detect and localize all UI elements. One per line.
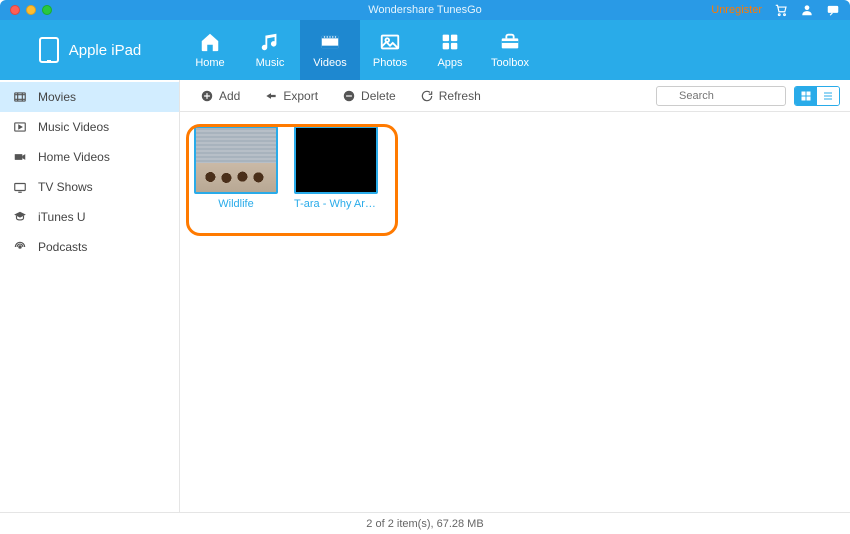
video-thumbnail [294, 126, 378, 194]
close-window-button[interactable] [10, 5, 20, 15]
nav-label: Videos [313, 57, 346, 69]
sidebar-item-podcasts[interactable]: Podcasts [0, 232, 179, 262]
titlebar: Wondershare TunesGo Unregister [0, 0, 850, 20]
tv-shows-side-icon [12, 180, 28, 194]
video-gallery: Wildlife T-ara - Why Are... [180, 112, 850, 512]
search-wrap [656, 86, 786, 106]
nav-label: Music [256, 57, 285, 69]
nav-label: Photos [373, 57, 407, 69]
nav-label: Toolbox [491, 57, 529, 69]
nav-toolbox[interactable]: Toolbox [480, 20, 540, 80]
nav-apps[interactable]: Apps [420, 20, 480, 80]
user-icon[interactable] [800, 3, 814, 17]
sidebar-item-home-videos[interactable]: Home Videos [0, 142, 179, 172]
video-caption: T-ara - Why Are... [294, 198, 378, 210]
sidebar-item-itunesu[interactable]: iTunes U [0, 202, 179, 232]
window-controls [10, 5, 52, 15]
home-icon [199, 31, 221, 53]
sidebar-item-tv-shows[interactable]: TV Shows [0, 172, 179, 202]
toolbox-icon [499, 31, 521, 53]
itunesu-side-icon [12, 210, 28, 224]
feedback-icon[interactable] [826, 3, 840, 17]
refresh-button[interactable]: Refresh [410, 87, 491, 105]
home-videos-side-icon [12, 150, 28, 164]
video-caption: Wildlife [218, 198, 253, 210]
podcasts-side-icon [12, 240, 28, 254]
music-videos-side-icon [12, 120, 28, 134]
apps-icon [439, 31, 461, 53]
nav-videos[interactable]: Videos [300, 20, 360, 80]
zoom-window-button[interactable] [42, 5, 52, 15]
movies-side-icon [12, 90, 28, 104]
main: Movies Music Videos Home Videos TV Shows [0, 80, 850, 512]
cart-icon[interactable] [774, 3, 788, 17]
nav-label: Apps [437, 57, 462, 69]
header: Apple iPad Home Music Videos Photos [0, 20, 850, 80]
status-bar: 2 of 2 item(s), 67.28 MB [0, 512, 850, 534]
minimize-window-button[interactable] [26, 5, 36, 15]
nav-home[interactable]: Home [180, 20, 240, 80]
main-nav: Home Music Videos Photos Apps [180, 20, 540, 80]
device-selector[interactable]: Apple iPad [0, 20, 180, 80]
sidebar-item-label: Home Videos [38, 150, 110, 164]
status-text: 2 of 2 item(s), 67.28 MB [366, 518, 483, 530]
plus-icon [200, 89, 214, 103]
unregister-link[interactable]: Unregister [711, 4, 762, 16]
video-icon [319, 31, 341, 53]
sidebar-item-label: iTunes U [38, 210, 86, 224]
toolbar-label: Refresh [439, 89, 481, 103]
nav-music[interactable]: Music [240, 20, 300, 80]
delete-icon [342, 89, 356, 103]
sidebar-item-label: Movies [38, 90, 76, 104]
grid-view-button[interactable] [795, 87, 817, 105]
export-button[interactable]: Export [254, 87, 328, 105]
content-area: Add Export Delete Refresh [180, 80, 850, 512]
export-icon [264, 89, 278, 103]
sidebar-item-label: Music Videos [38, 120, 109, 134]
device-name: Apple iPad [69, 42, 142, 59]
video-item[interactable]: T-ara - Why Are... [294, 126, 378, 210]
sidebar-item-music-videos[interactable]: Music Videos [0, 112, 179, 142]
sidebar-item-label: Podcasts [38, 240, 87, 254]
toolbar-label: Export [283, 89, 318, 103]
nav-photos[interactable]: Photos [360, 20, 420, 80]
search-input[interactable] [656, 86, 786, 106]
music-icon [259, 31, 281, 53]
video-item[interactable]: Wildlife [194, 126, 278, 210]
sidebar-item-movies[interactable]: Movies [0, 82, 179, 112]
sidebar: Movies Music Videos Home Videos TV Shows [0, 80, 180, 512]
nav-label: Home [195, 57, 224, 69]
content-toolbar: Add Export Delete Refresh [180, 80, 850, 112]
add-button[interactable]: Add [190, 87, 250, 105]
sidebar-item-label: TV Shows [38, 180, 93, 194]
list-view-button[interactable] [817, 87, 839, 105]
tablet-icon [39, 37, 59, 63]
delete-button[interactable]: Delete [332, 87, 406, 105]
view-switch [794, 86, 840, 106]
toolbar-label: Delete [361, 89, 396, 103]
photos-icon [379, 31, 401, 53]
video-thumbnail [194, 126, 278, 194]
refresh-icon [420, 89, 434, 103]
toolbar-label: Add [219, 89, 240, 103]
